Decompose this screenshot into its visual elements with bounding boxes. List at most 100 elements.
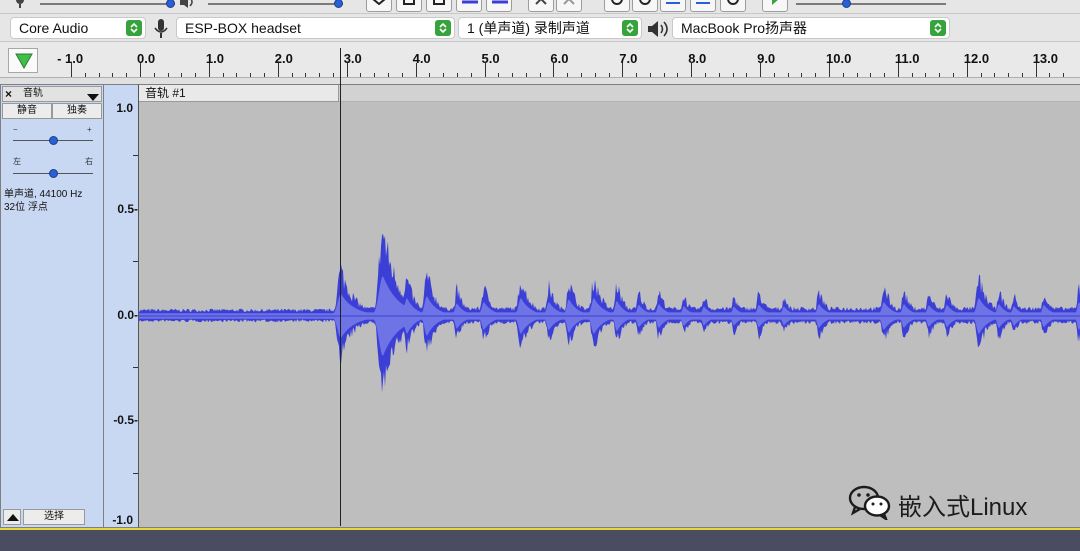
fit-selection-button[interactable] bbox=[660, 0, 686, 12]
updown-arrow-icon bbox=[435, 20, 451, 36]
amplitude-tick bbox=[133, 473, 138, 474]
gain-slider[interactable] bbox=[13, 136, 93, 145]
slider-thumb[interactable] bbox=[49, 136, 58, 145]
ruler-minor-tick bbox=[126, 73, 128, 77]
ruler-minor-tick bbox=[1049, 73, 1051, 77]
ruler-minor-tick bbox=[222, 73, 224, 77]
ruler-minor-tick bbox=[884, 73, 886, 77]
recording-channels-dropdown[interactable]: 1 (单声道) 录制声道 bbox=[458, 17, 642, 39]
ruler-minor-tick bbox=[250, 73, 252, 77]
silence-button[interactable] bbox=[486, 0, 512, 12]
play-at-speed-button[interactable] bbox=[762, 0, 788, 12]
ruler-minor-tick bbox=[994, 73, 996, 77]
playback-device-dropdown[interactable]: MacBook Pro扬声器 bbox=[672, 17, 950, 39]
ruler-minor-tick bbox=[567, 73, 569, 77]
ruler-minor-tick bbox=[746, 73, 748, 77]
pan-slider[interactable] bbox=[13, 169, 93, 178]
track-control-panel[interactable]: × 音轨 静音 独奏 − + 左 右 单声道, 44100 Hz 32位 浮点 … bbox=[0, 84, 104, 528]
amplitude-tick bbox=[133, 261, 138, 262]
solo-button[interactable]: 独奏 bbox=[52, 103, 102, 119]
ruler-minor-tick bbox=[704, 73, 706, 77]
updown-arrow-icon bbox=[930, 20, 946, 36]
play-speed-slider[interactable] bbox=[796, 0, 946, 8]
undo-button[interactable] bbox=[528, 0, 554, 12]
ruler-major-tick bbox=[966, 63, 968, 77]
timeline-ruler[interactable]: - 1.0 0.0 1.0 2.0 3.0 4.0 5.0 6.0 7.0 8.0 9.0 10.0 1… bbox=[0, 42, 1080, 78]
fit-project-button[interactable] bbox=[690, 0, 716, 12]
recording-volume-slider[interactable] bbox=[40, 0, 175, 8]
speaker-icon bbox=[180, 0, 196, 11]
ruler-minor-tick bbox=[167, 73, 169, 77]
playback-device-value: MacBook Pro扬声器 bbox=[681, 20, 808, 36]
ruler-minor-tick bbox=[443, 73, 445, 77]
ruler-minor-tick bbox=[264, 73, 266, 77]
track-info: 单声道, 44100 Hz 32位 浮点 bbox=[4, 188, 82, 214]
ruler-minor-tick bbox=[195, 73, 197, 77]
copy-button[interactable] bbox=[396, 0, 422, 12]
paste-button[interactable] bbox=[426, 0, 452, 12]
zoom-in-button[interactable] bbox=[604, 0, 630, 12]
ruler-minor-tick bbox=[732, 73, 734, 77]
updown-arrow-icon bbox=[126, 20, 142, 36]
ruler-minor-tick bbox=[608, 73, 610, 77]
watermark-text: 嵌入式Linux bbox=[898, 494, 1028, 521]
ruler-major-tick bbox=[415, 63, 417, 77]
ruler-minor-tick bbox=[181, 73, 183, 77]
ruler-minor-tick bbox=[319, 73, 321, 77]
slider-thumb[interactable] bbox=[842, 0, 851, 8]
ruler-major-tick bbox=[484, 63, 486, 77]
waveform-area[interactable]: 音轨 #1 bbox=[139, 84, 1080, 528]
slider-thumb[interactable] bbox=[49, 169, 58, 178]
zoom-toggle-button[interactable] bbox=[720, 0, 746, 12]
redo-button[interactable] bbox=[556, 0, 582, 12]
slider-thumb[interactable] bbox=[166, 0, 175, 8]
ruler-minor-tick bbox=[98, 73, 100, 77]
updown-arrow-icon bbox=[622, 20, 638, 36]
wechat-logo-icon bbox=[848, 484, 892, 523]
ruler-minor-tick bbox=[718, 73, 720, 77]
microphone-icon bbox=[14, 0, 26, 11]
speaker-icon bbox=[647, 20, 669, 41]
ruler-minor-tick bbox=[636, 73, 638, 77]
ruler-minor-tick bbox=[594, 73, 596, 77]
amplitude-label: 0.5- bbox=[117, 202, 138, 216]
track-header: × 音轨 bbox=[2, 86, 102, 102]
ruler-tick-label: - 1.0 bbox=[57, 51, 84, 66]
amplitude-label: 0.0- bbox=[117, 308, 138, 322]
gain-min-label: − bbox=[13, 125, 18, 134]
timeline-play-button[interactable] bbox=[8, 48, 38, 73]
ruler-minor-tick bbox=[911, 73, 913, 77]
track-menu-name[interactable]: 音轨 bbox=[23, 87, 43, 101]
mute-button[interactable]: 静音 bbox=[2, 103, 52, 119]
ruler-major-tick bbox=[622, 63, 624, 77]
pan-left-label: 左 bbox=[13, 157, 21, 166]
trim-button[interactable] bbox=[456, 0, 482, 12]
ruler-major-tick bbox=[277, 63, 279, 77]
ruler-minor-tick bbox=[525, 73, 527, 77]
track-bottom-controls: 选择 bbox=[1, 507, 103, 527]
slider-thumb[interactable] bbox=[334, 0, 343, 8]
cut-button[interactable] bbox=[366, 0, 392, 12]
watermark: 嵌入式Linux bbox=[848, 482, 1068, 523]
ruler-minor-tick bbox=[649, 73, 651, 77]
ruler-major-tick bbox=[760, 63, 762, 77]
ruler-minor-tick bbox=[953, 73, 955, 77]
ruler-minor-tick bbox=[787, 73, 789, 77]
microphone-icon bbox=[153, 19, 169, 42]
waveform[interactable] bbox=[139, 85, 1080, 528]
close-icon[interactable]: × bbox=[5, 87, 12, 101]
audio-host-dropdown[interactable]: Core Audio bbox=[10, 17, 146, 39]
ruler-major-tick bbox=[71, 63, 73, 77]
ruler-minor-tick bbox=[925, 73, 927, 77]
playback-volume-slider[interactable] bbox=[208, 0, 343, 8]
select-track-button[interactable]: 选择 bbox=[23, 509, 85, 525]
collapse-track-button[interactable] bbox=[3, 509, 21, 525]
recording-device-value: ESP-BOX headset bbox=[185, 20, 301, 36]
ruler-major-tick bbox=[691, 63, 693, 77]
ruler-major-tick bbox=[346, 63, 348, 77]
recording-device-dropdown[interactable]: ESP-BOX headset bbox=[176, 17, 455, 39]
ruler-minor-tick bbox=[429, 73, 431, 77]
gain-max-label: + bbox=[87, 125, 92, 134]
ruler-minor-tick bbox=[305, 73, 307, 77]
zoom-out-button[interactable] bbox=[632, 0, 658, 12]
